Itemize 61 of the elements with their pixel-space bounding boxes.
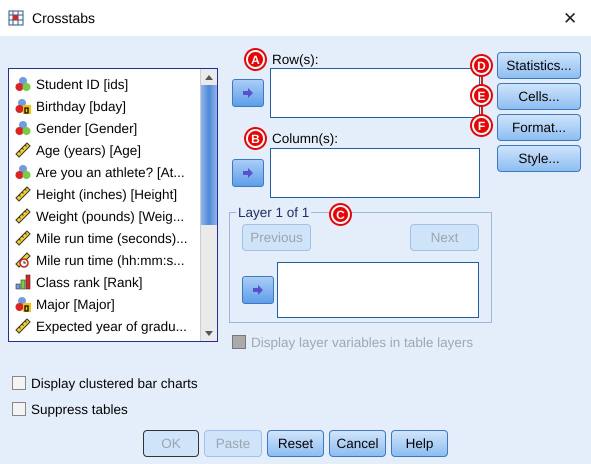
ruler-icon — [15, 230, 31, 246]
columns-label: Column(s): — [272, 131, 338, 148]
arrow-icon — [242, 87, 254, 99]
variable-item[interactable]: Height (inches) [Height] — [9, 183, 200, 205]
ruler-icon — [15, 318, 31, 334]
columns-field[interactable] — [270, 148, 480, 198]
variable-item[interactable]: Mile run time (hh:mm:s... — [9, 249, 200, 271]
variable-item[interactable]: Class rank [Rank] — [9, 271, 200, 293]
dialog-button[interactable]: Format... — [497, 114, 581, 141]
scrollbar[interactable] — [200, 69, 217, 341]
dialog-button[interactable]: Style... — [497, 145, 581, 172]
crosstabs-app-icon — [8, 10, 24, 26]
checkbox[interactable] — [12, 376, 26, 390]
variable-list[interactable] — [8, 68, 218, 342]
variable-item[interactable]: Student ID [ids] — [9, 73, 200, 95]
scroll-up-icon[interactable] — [205, 74, 213, 80]
ruler-icon — [15, 186, 31, 202]
callout-marker: D — [472, 56, 491, 75]
callout-marker: B — [246, 129, 265, 148]
rows-field[interactable] — [270, 68, 480, 118]
callout-marker: F — [472, 116, 491, 135]
ruler-clock-icon — [15, 252, 31, 268]
dialog-button[interactable]: Cells... — [497, 83, 581, 110]
callout-marker: E — [472, 86, 491, 105]
ruler-icon — [15, 142, 31, 158]
variable-item[interactable]: Age (years) [Age] — [9, 139, 200, 161]
variable-item[interactable]: Birthday [bday] — [9, 95, 200, 117]
checkbox[interactable] — [12, 402, 26, 416]
arrow-icon — [242, 167, 254, 179]
callout-marker: C — [331, 205, 350, 224]
window-title: Crosstabs — [32, 10, 96, 26]
checkbox-label: Suppress tables — [31, 402, 128, 416]
arrow-icon — [252, 284, 264, 296]
dialog-button[interactable]: Cancel — [329, 430, 386, 457]
nominal-icon — [15, 76, 31, 92]
variable-item[interactable]: Gender [Gender] — [9, 117, 200, 139]
checkbox-label: Display clustered bar charts — [31, 376, 198, 390]
nominal-icon — [15, 164, 31, 180]
rows-label: Row(s): — [272, 52, 318, 68]
nominal-string-icon — [15, 296, 31, 312]
variable-item[interactable]: Expected year of gradu... — [9, 315, 200, 337]
variable-item[interactable]: Mile run time (seconds)... — [9, 227, 200, 249]
move-to-rows-button[interactable] — [232, 79, 264, 107]
variable-item[interactable]: Are you an athlete? [At... — [9, 161, 200, 183]
dialog-button[interactable]: Help — [391, 430, 448, 457]
close-button[interactable]: ✕ — [557, 8, 583, 28]
bar-chart-icon — [15, 274, 31, 290]
nominal-string-icon — [15, 98, 31, 114]
ruler-icon — [15, 208, 31, 224]
dialog-button[interactable]: Statistics... — [497, 52, 581, 79]
layer-legend: Layer 1 of 1 — [236, 205, 312, 220]
callout-marker: A — [246, 50, 265, 69]
nominal-icon — [15, 120, 31, 136]
checkbox-label: Display layer variables in table layers — [251, 334, 474, 350]
scroll-down-icon[interactable] — [205, 330, 213, 336]
dialog-button[interactable]: Reset — [267, 430, 324, 457]
move-to-columns-button[interactable] — [232, 159, 264, 187]
move-to-layer-button[interactable] — [242, 276, 274, 304]
variable-item[interactable]: Major [Major] — [9, 293, 200, 315]
variable-item[interactable]: Weight (pounds) [Weig... — [9, 205, 200, 227]
layer-field[interactable] — [277, 262, 479, 318]
